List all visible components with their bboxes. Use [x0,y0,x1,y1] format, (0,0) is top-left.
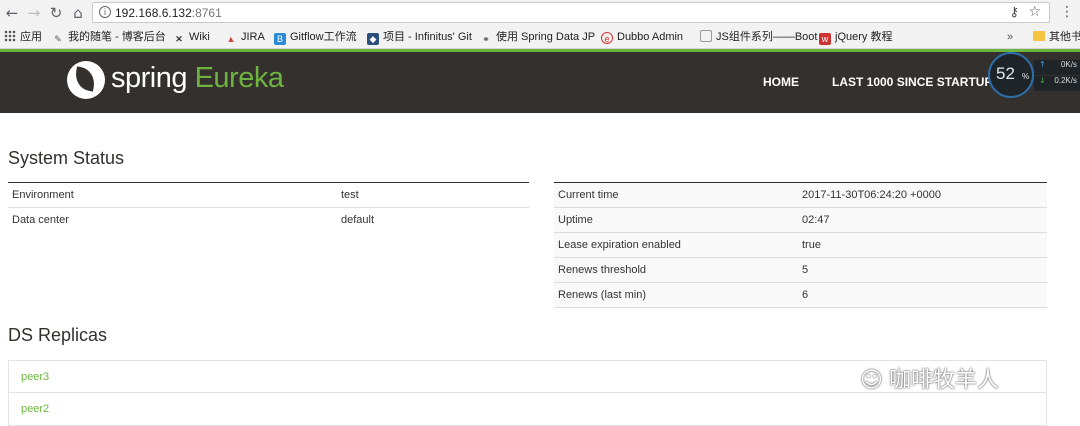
w3-icon: w [819,33,831,45]
back-icon[interactable]: ← [2,3,22,23]
pencil-icon: ✎ [54,34,62,44]
wechat-icon: ☺ [860,368,883,393]
replica-link-peer2[interactable]: peer2 [8,393,1047,426]
table-row: Environment test [8,182,529,208]
download-speed: ↓ 0.2K/s [1034,76,1080,91]
bookmark-blog[interactable]: ✎ 我的随笔 - 博客后台 [52,30,166,44]
spring-leaf-icon[interactable] [67,61,105,99]
bookmark-git[interactable]: ◆ 项目 - Infinitus' Git [367,30,472,45]
status-value: 6 [798,282,1047,308]
status-key: Current time [554,182,798,208]
url-text[interactable]: 192.168.6.132:8761 [115,6,222,20]
bookmark-jira[interactable]: ▲ JIRA [225,30,265,44]
table-row: Renews (last min) 6 [554,282,1047,308]
status-key: Renews (last min) [554,282,798,308]
address-bar[interactable]: i 192.168.6.132:8761 ⚷ ☆ [92,2,1050,23]
bookmarks-bar: 应用 ✎ 我的随笔 - 博客后台 ✕ Wiki ▲ JIRA B Gitflow工作流 … [0,26,1080,49]
status-value: test [337,182,529,208]
status-value: 5 [798,257,1047,283]
table-row: Lease expiration enabled true [554,232,1047,258]
usage-percent-unit: % [1022,72,1030,81]
home-icon[interactable]: ⌂ [68,3,88,23]
star-icon[interactable]: ☆ [1028,4,1041,20]
menu-icon[interactable]: ⋮ [1060,4,1074,20]
table-row: Current time 2017-11-30T06:24:20 +0000 [554,182,1047,208]
status-value: 02:47 [798,207,1047,233]
nav-last-1000-link[interactable]: LAST 1000 SINCE STARTUP [832,75,992,89]
system-status-right-table: Current time 2017-11-30T06:24:20 +0000 U… [554,182,1047,308]
bookmark-wiki[interactable]: ✕ Wiki [173,30,210,44]
system-status-left-table: Environment test Data center default [8,182,529,232]
usage-percent: 52 [996,64,1015,83]
bookmark-dubbo[interactable]: e Dubbo Admin [601,30,683,44]
system-status-heading: System Status [8,148,125,168]
jira-icon: ▲ [226,34,236,44]
info-icon[interactable]: i [99,6,111,18]
status-key: Uptime [554,207,798,233]
folder-icon [1033,31,1045,41]
table-row: Uptime 02:47 [554,207,1047,233]
nav-home-link[interactable]: HOME [763,75,799,89]
bookmark-gitflow[interactable]: B Gitflow工作流 [274,30,357,45]
reload-icon[interactable]: ↻ [46,3,66,23]
browser-toolbar: ← → ↻ ⌂ i 192.168.6.132:8761 ⚷ ☆ ⋮ [0,0,1080,26]
status-key: Renews threshold [554,257,798,283]
bookmark-apps[interactable]: 应用 [4,30,42,44]
status-key: Environment [8,182,337,208]
wiki-icon: ✕ [175,34,183,44]
status-value: 2017-11-30T06:24:20 +0000 [798,182,1047,208]
key-icon[interactable]: ⚷ [1009,5,1019,20]
status-key: Lease expiration enabled [554,232,798,258]
status-value: default [341,214,375,226]
upload-arrow-icon: ↑ [1039,60,1046,69]
ds-replicas-heading: DS Replicas [8,325,108,345]
dubbo-icon: e [601,32,613,44]
upload-speed: ↑ 0K/s [1034,60,1080,75]
wechat-watermark: ☺ 咖啡牧羊人 [860,368,999,393]
table-row: Renews threshold 5 [554,257,1047,283]
bookmark-b-icon: B [274,33,286,45]
status-value: true [798,232,1047,258]
table-row: Data center default [8,208,529,233]
link-icon: ⚭ [482,34,490,44]
status-key: Data center [12,214,69,226]
logo-text[interactable]: spring Eureka [111,62,284,95]
eureka-header: spring Eureka HOME LAST 1000 SINCE START… [0,52,1080,113]
apps-icon [4,30,16,42]
bookmark-js[interactable]: JS组件系列——Boot [700,30,817,44]
bookmarks-overflow-button[interactable]: » [1007,30,1013,44]
forward-icon[interactable]: → [24,3,44,23]
network-speed-widget[interactable]: 52 % ↑ 0K/s ↓ 0.2K/s [988,52,1080,98]
usage-gauge: 52 % [988,52,1034,98]
page-icon [700,30,712,42]
git-shield-icon: ◆ [367,33,379,45]
bookmark-spring-data[interactable]: ⚭ 使用 Spring Data JP [480,30,595,44]
bookmark-other[interactable]: 其他书 [1033,30,1080,44]
download-arrow-icon: ↓ [1039,76,1046,85]
bookmark-jquery[interactable]: w jQuery 教程 [819,30,892,45]
